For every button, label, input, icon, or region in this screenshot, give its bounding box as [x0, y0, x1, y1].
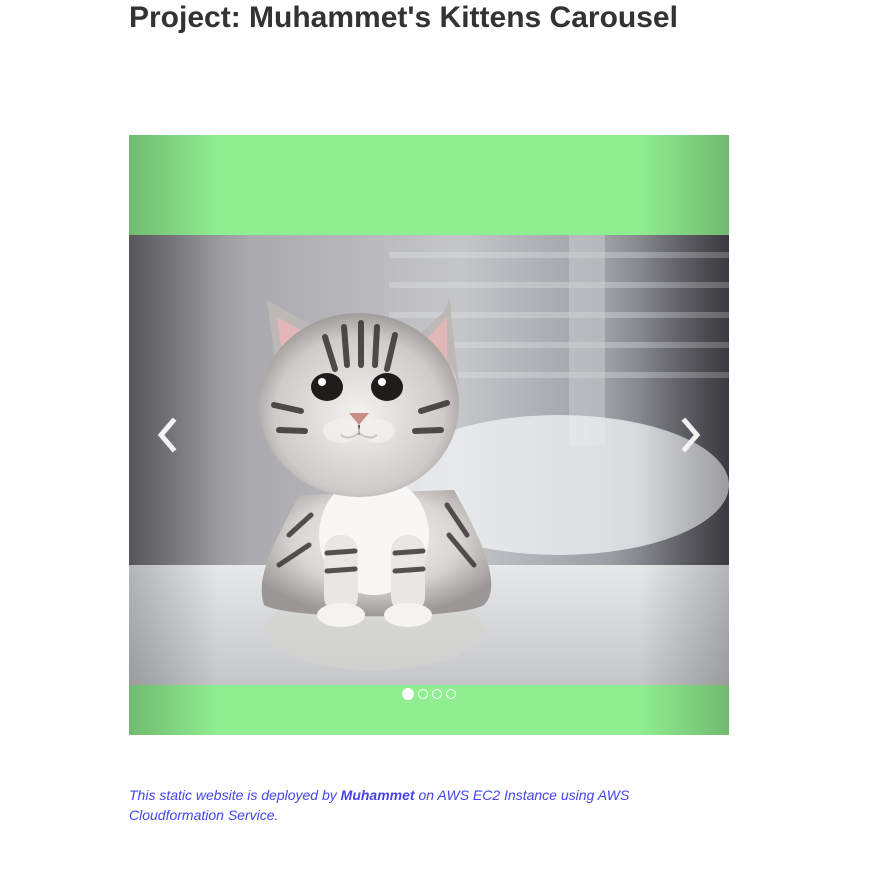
- chevron-right-icon: [681, 417, 701, 453]
- indicator-dot-2[interactable]: [418, 689, 428, 699]
- chevron-left-icon: [157, 417, 177, 453]
- carousel-indicators: [129, 687, 729, 701]
- previous-slide-button[interactable]: [129, 135, 219, 735]
- indicator-dot-1[interactable]: [402, 688, 414, 700]
- indicator-dot-3[interactable]: [432, 689, 442, 699]
- deployment-note-prefix: This static website is deployed by: [129, 787, 341, 803]
- author-name: Muhammet: [340, 787, 415, 803]
- indicator-dot-4[interactable]: [446, 689, 456, 699]
- next-slide-button[interactable]: [639, 135, 729, 735]
- page-title: Project: Muhammet's Kittens Carousel: [129, 1, 678, 34]
- deployment-note: This static website is deployed by Muham…: [129, 785, 669, 825]
- kittens-carousel: [129, 135, 729, 735]
